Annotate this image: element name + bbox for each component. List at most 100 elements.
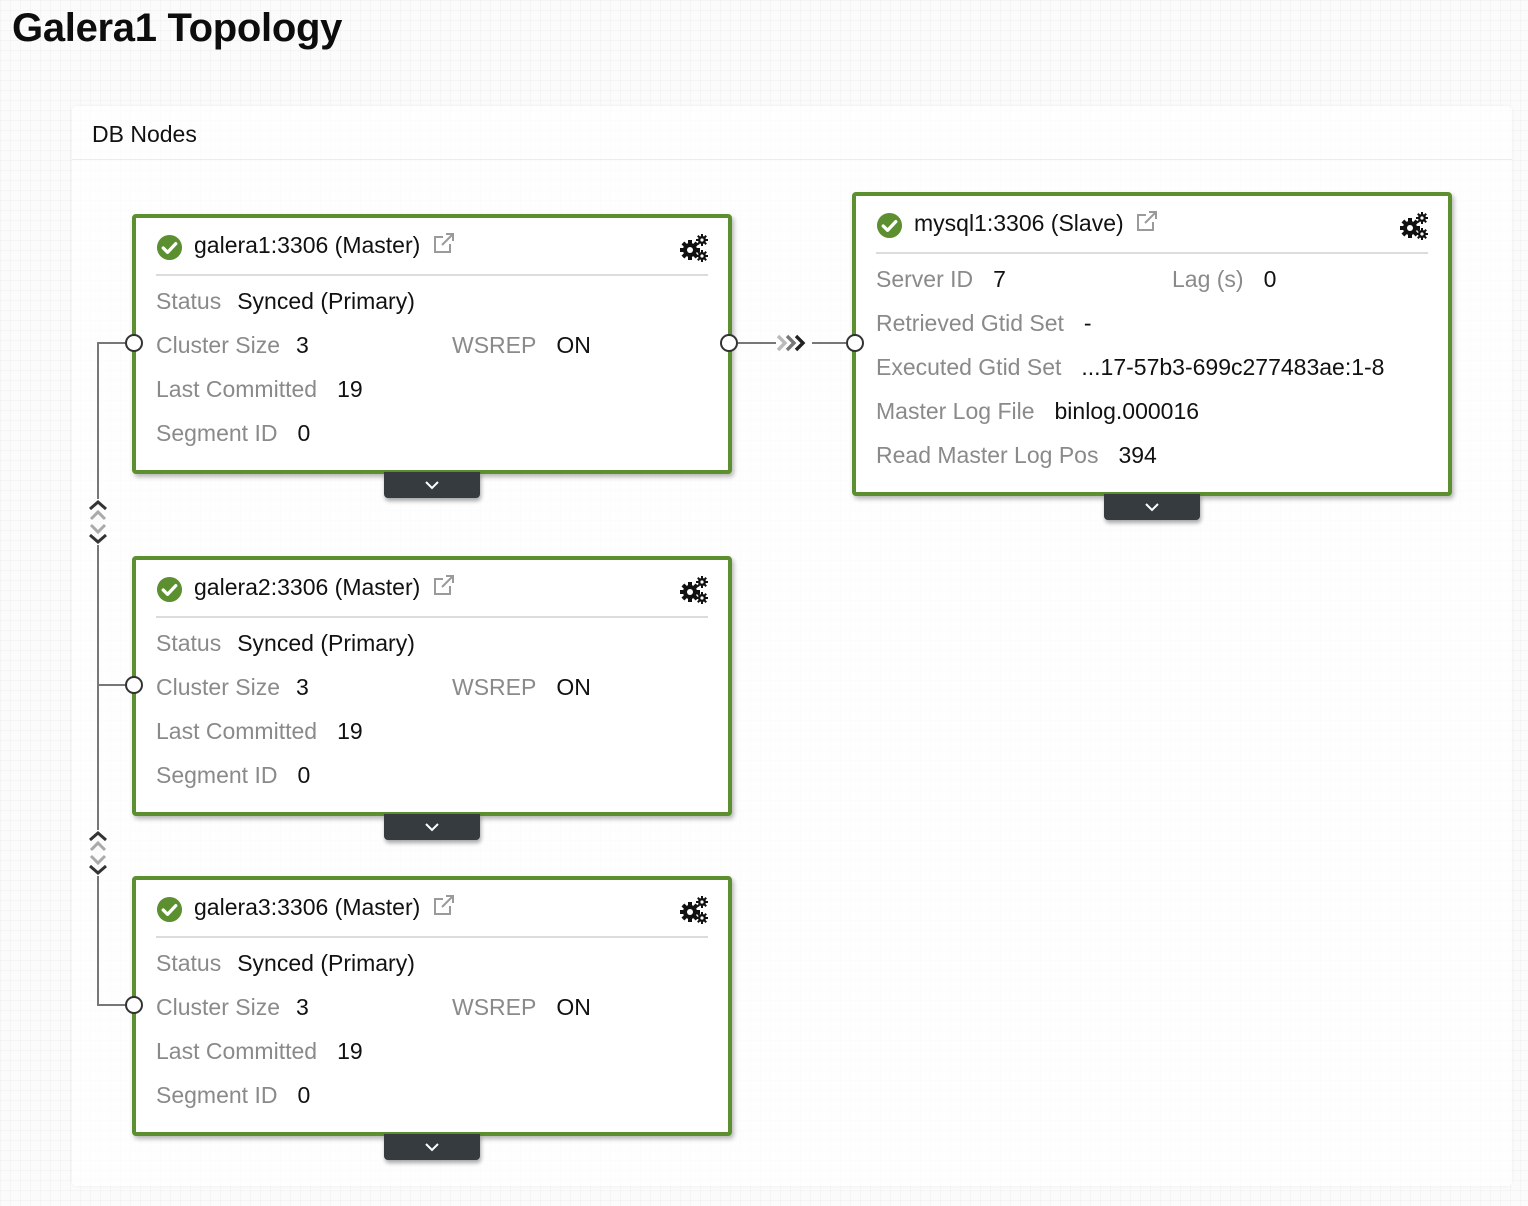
check-circle-icon [156,576,183,603]
field-label: Cluster Size [156,674,280,700]
status-row: Status Synced (Primary) [156,630,415,657]
read-master-log-pos-value: 394 [1118,442,1157,468]
retrieved-gtid-row: Retrieved Gtid Set - [876,310,1092,337]
node-card-galera1: galera1:3306 (Master) Status Synced (Pri… [132,214,732,474]
segment-id-row: Segment ID 0 [156,420,310,447]
cluster-size-value: 3 [295,674,309,700]
panel-title: DB Nodes [72,106,1512,160]
cluster-size-row: Cluster Size 3 [156,332,309,359]
page-title: Galera1 Topology [12,6,343,50]
field-label: Cluster Size [156,332,280,358]
node-card-galera3: galera3:3306 (Master) Status Synced (Pri… [132,876,732,1136]
external-link-icon[interactable] [432,232,456,254]
field-label: Status [156,950,222,976]
field-label: Master Log File [876,398,1035,424]
master-log-file-value: binlog.000016 [1054,398,1200,424]
gears-icon[interactable] [679,895,709,925]
cluster-size-row: Cluster Size 3 [156,674,309,701]
field-label: WSREP [452,674,537,700]
field-label: Segment ID [156,1082,278,1108]
expand-button-galera2[interactable] [384,814,480,840]
segment-id-value: 0 [297,1082,311,1108]
last-committed-value: 19 [337,1038,363,1064]
executed-gtid-row: Executed Gtid Set ...17-57b3-699c277483ae… [876,354,1384,381]
field-label: Executed Gtid Set [876,354,1062,380]
galera1-left-port [125,334,143,352]
node-header: galera3:3306 (Master) [156,890,708,938]
external-link-icon[interactable] [432,894,456,916]
retrieved-gtid-value: - [1083,310,1092,336]
segment-id-row: Segment ID 0 [156,762,310,789]
field-label: Read Master Log Pos [876,442,1099,468]
server-id-row: Server ID 7 [876,266,1006,293]
field-label: WSREP [452,332,537,358]
status-value: Synced (Primary) [237,288,415,314]
field-label: Segment ID [156,420,278,446]
status-value: Synced (Primary) [237,950,415,976]
galera3-left-port [125,996,143,1014]
status-row: Status Synced (Primary) [156,288,415,315]
node-title[interactable]: mysql1:3306 (Slave) [914,210,1124,236]
wsrep-value: ON [556,332,591,358]
read-master-log-pos-row: Read Master Log Pos 394 [876,442,1157,469]
cluster-size-value: 3 [295,994,309,1020]
chevron-down-icon [425,823,439,832]
bidirectional-sync-icon [89,830,107,876]
last-committed-value: 19 [337,376,363,402]
triple-chevron-right-icon [776,334,812,352]
node-title-link[interactable]: galera2:3306 (Master) [194,574,456,601]
gears-icon[interactable] [679,233,709,263]
node-title[interactable]: galera1:3306 (Master) [194,232,420,258]
gears-icon[interactable] [1399,211,1429,241]
node-title-link[interactable]: galera3:3306 (Master) [194,894,456,921]
segment-id-value: 0 [297,420,311,446]
executed-gtid-value: ...17-57b3-699c277483ae:1-8 [1081,354,1385,380]
last-committed-value: 19 [337,718,363,744]
field-label: Segment ID [156,762,278,788]
field-label: Last Committed [156,718,318,744]
wsrep-row: WSREP ON [452,994,591,1021]
external-link-icon[interactable] [432,574,456,596]
expand-button-mysql1[interactable] [1104,494,1200,520]
expand-button-galera1[interactable] [384,472,480,498]
node-title[interactable]: galera3:3306 (Master) [194,894,420,920]
node-header: galera2:3306 (Master) [156,570,708,618]
status-row: Status Synced (Primary) [156,950,415,977]
node-header: galera1:3306 (Master) [156,228,708,276]
gears-icon[interactable] [679,575,709,605]
wsrep-value: ON [556,994,591,1020]
chevron-down-icon [1145,503,1159,512]
field-label: Retrieved Gtid Set [876,310,1064,336]
galera1-right-port [720,334,738,352]
node-header: mysql1:3306 (Slave) [876,206,1428,254]
field-label: Server ID [876,266,974,292]
node-card-galera2: galera2:3306 (Master) Status Synced (Pri… [132,556,732,816]
field-label: Cluster Size [156,994,280,1020]
lag-value: 0 [1263,266,1277,292]
bidirectional-sync-icon [89,499,107,545]
field-label: Lag (s) [1172,266,1244,292]
cluster-size-value: 3 [295,332,309,358]
field-label: Last Committed [156,376,318,402]
check-circle-icon [876,212,903,239]
wsrep-row: WSREP ON [452,674,591,701]
last-committed-row: Last Committed 19 [156,718,363,745]
external-link-icon[interactable] [1135,210,1159,232]
node-title-link[interactable]: mysql1:3306 (Slave) [914,210,1159,237]
last-committed-row: Last Committed 19 [156,376,363,403]
mysql1-left-port [846,334,864,352]
segment-id-row: Segment ID 0 [156,1082,310,1109]
node-title-link[interactable]: galera1:3306 (Master) [194,232,456,259]
status-value: Synced (Primary) [237,630,415,656]
master-log-file-row: Master Log File binlog.000016 [876,398,1199,425]
field-label: Last Committed [156,1038,318,1064]
expand-button-galera3[interactable] [384,1134,480,1160]
field-label: WSREP [452,994,537,1020]
node-card-mysql1: mysql1:3306 (Slave) Server ID 7 Lag (s) … [852,192,1452,496]
server-id-value: 7 [993,266,1006,292]
check-circle-icon [156,234,183,261]
node-title[interactable]: galera2:3306 (Master) [194,574,420,600]
field-label: Status [156,288,222,314]
last-committed-row: Last Committed 19 [156,1038,363,1065]
wsrep-row: WSREP ON [452,332,591,359]
